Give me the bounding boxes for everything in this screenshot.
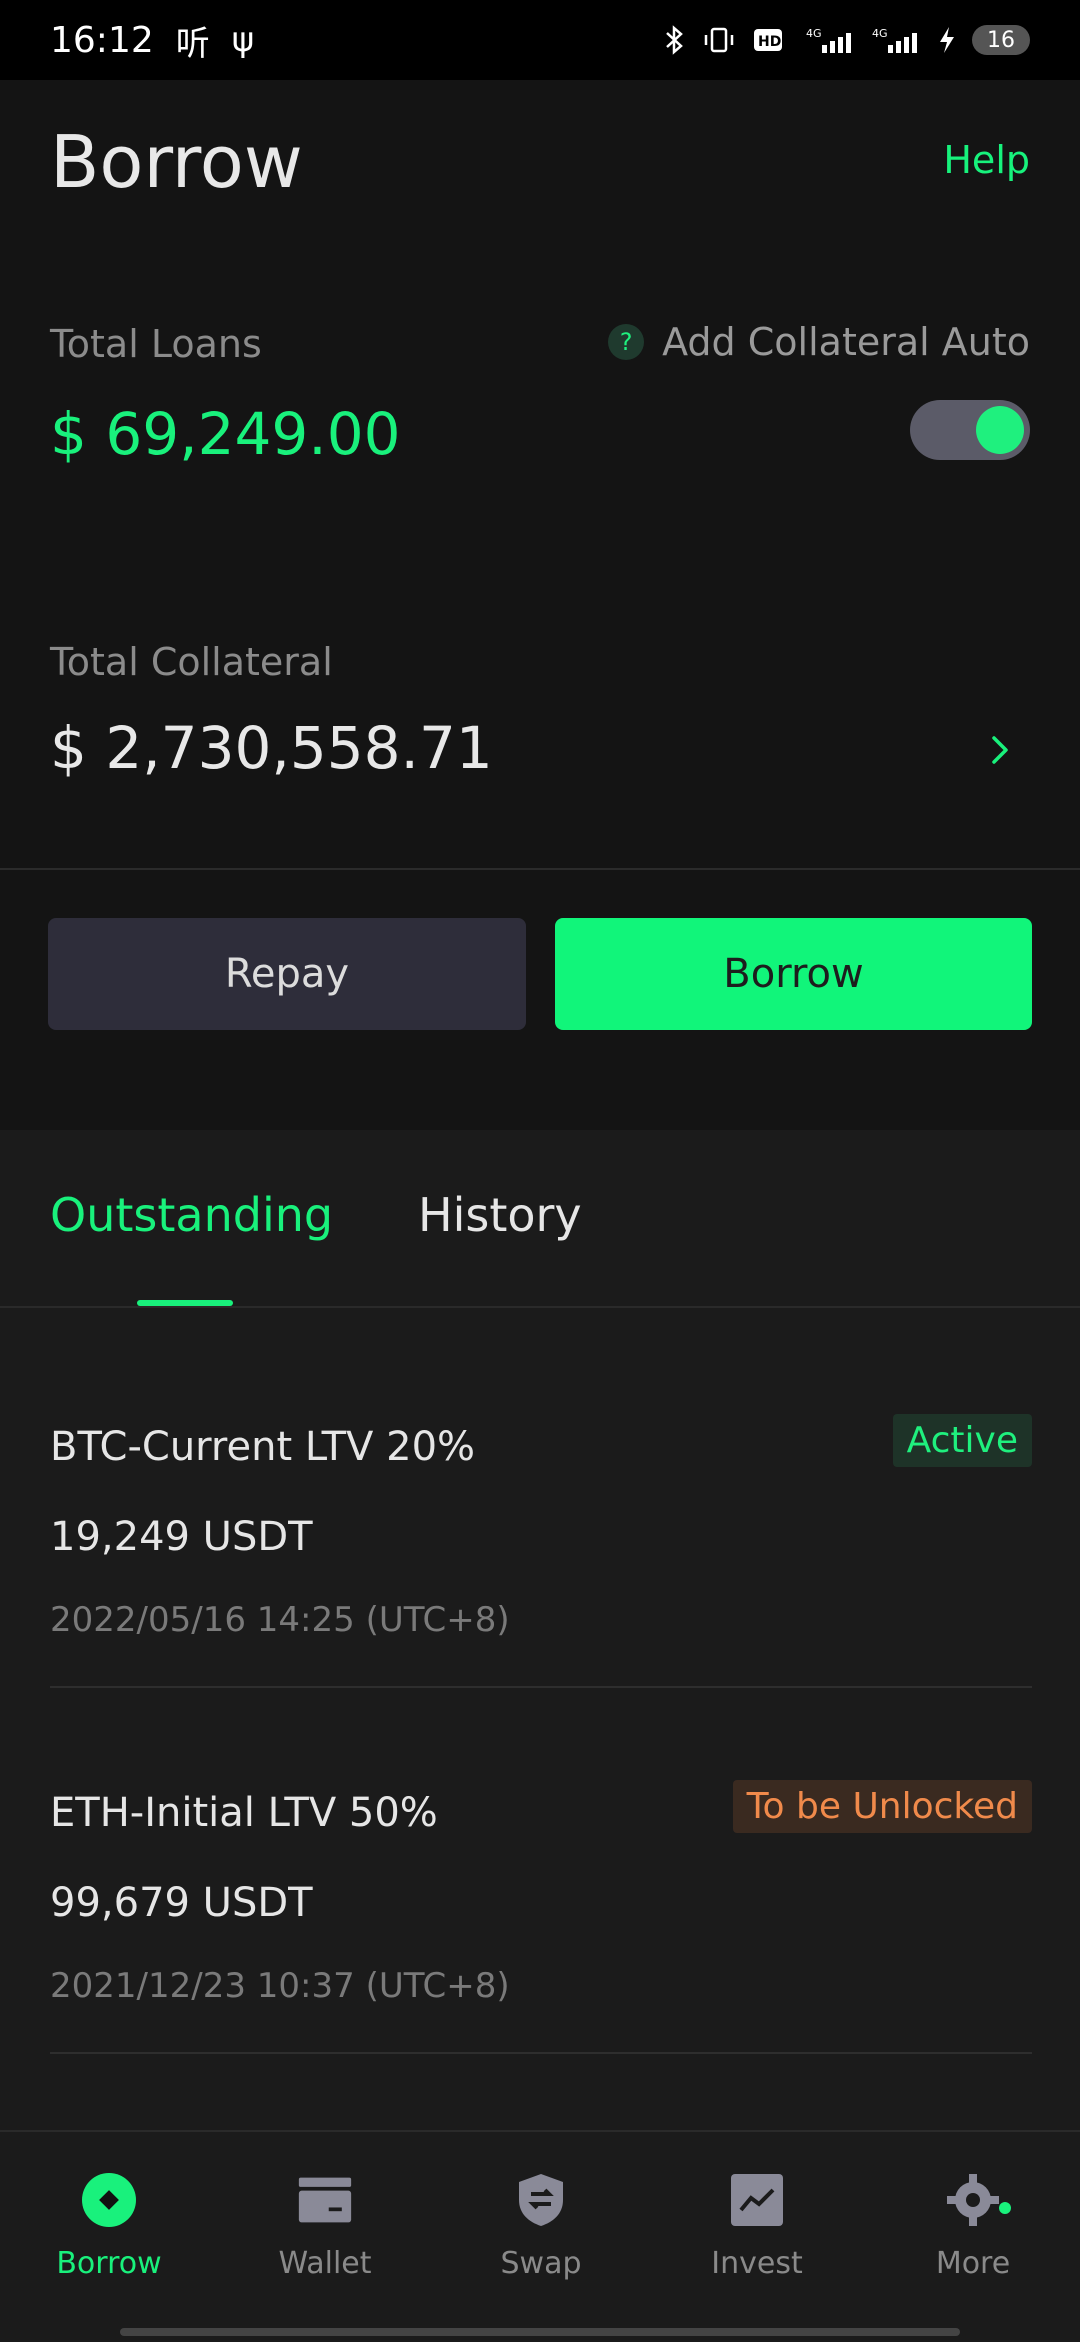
borrow-icon <box>81 2172 137 2228</box>
loans-panel: Outstanding History BTC-Current LTV 20% … <box>0 1130 1080 2130</box>
usb-icon: ψ <box>231 20 255 60</box>
bluetooth-icon <box>664 24 686 56</box>
loan-date: 2021/12/23 10:37 (UTC+8) <box>50 1966 510 2006</box>
status-badge: To be Unlocked <box>732 1780 1032 1833</box>
signal-4g-icon: 4G <box>806 25 856 55</box>
vibrate-icon <box>702 25 736 55</box>
divider <box>50 1686 1032 1688</box>
swap-icon <box>513 2172 569 2228</box>
nav-label: Wallet <box>278 2246 372 2281</box>
repay-button[interactable]: Repay <box>48 918 526 1030</box>
auto-collateral-toggle[interactable] <box>910 400 1030 460</box>
gear-icon <box>945 2172 1001 2228</box>
nav-swap[interactable]: Swap <box>461 2172 621 2281</box>
loan-title: ETH-Initial LTV 50% <box>50 1790 438 1836</box>
divider <box>50 2052 1032 2054</box>
status-bar: 16:12 听 ψ HD 4G 4G 16 <box>0 0 1080 80</box>
nav-label: Swap <box>500 2246 582 2281</box>
auto-collateral-label: Add Collateral Auto <box>662 320 1030 364</box>
divider <box>0 868 1080 870</box>
hd-icon: HD <box>752 25 790 55</box>
total-collateral-value: $ 2,730,558.71 <box>50 714 493 782</box>
status-time: 16:12 <box>50 19 154 61</box>
charging-icon <box>938 25 956 55</box>
chevron-right-icon[interactable] <box>980 730 1020 770</box>
nav-wallet[interactable]: Wallet <box>245 2172 405 2281</box>
toggle-knob <box>976 406 1024 454</box>
tab-outstanding[interactable]: Outstanding <box>50 1188 333 1242</box>
loan-tabs: Outstanding History <box>0 1130 1080 1306</box>
divider <box>0 1306 1080 1308</box>
invest-icon <box>729 2172 785 2228</box>
help-question-icon[interactable]: ? <box>608 324 645 360</box>
nav-borrow[interactable]: Borrow <box>29 2172 189 2281</box>
notification-icon: 听 <box>175 23 210 64</box>
battery-indicator: 16 <box>972 25 1030 55</box>
nav-label: More <box>935 2246 1011 2281</box>
svg-text:HD: HD <box>758 34 781 50</box>
home-indicator[interactable] <box>120 2328 960 2336</box>
svg-text:4G: 4G <box>806 27 822 40</box>
loan-summary: Borrow Help Total Loans $ 69,249.00 ? Ad… <box>0 80 1080 870</box>
wallet-icon <box>297 2172 353 2228</box>
notification-dot <box>999 2202 1011 2214</box>
nav-label: Borrow <box>56 2246 162 2281</box>
tab-history[interactable]: History <box>418 1188 582 1242</box>
signal-4g-icon-2: 4G <box>872 25 922 55</box>
loan-date: 2022/05/16 14:25 (UTC+8) <box>50 1600 510 1640</box>
loan-title: BTC-Current LTV 20% <box>50 1424 476 1470</box>
nav-label: Invest <box>711 2246 803 2281</box>
status-badge: Active <box>892 1414 1032 1467</box>
total-loans-label: Total Loans <box>50 322 262 366</box>
nav-invest[interactable]: Invest <box>677 2172 837 2281</box>
total-collateral-label: Total Collateral <box>50 640 333 684</box>
loan-amount: 99,679 USDT <box>50 1880 313 1926</box>
svg-text:4G: 4G <box>872 27 888 40</box>
nav-more[interactable]: More <box>893 2172 1053 2281</box>
borrow-button[interactable]: Borrow <box>555 918 1032 1030</box>
page-title: Borrow <box>50 120 303 204</box>
total-loans-value: $ 69,249.00 <box>50 400 401 468</box>
loan-amount: 19,249 USDT <box>50 1514 313 1560</box>
auto-collateral-row: ? Add Collateral Auto <box>608 320 1030 364</box>
bottom-nav: Borrow Wallet Swap Invest More <box>0 2130 1080 2342</box>
help-link[interactable]: Help <box>943 138 1030 182</box>
